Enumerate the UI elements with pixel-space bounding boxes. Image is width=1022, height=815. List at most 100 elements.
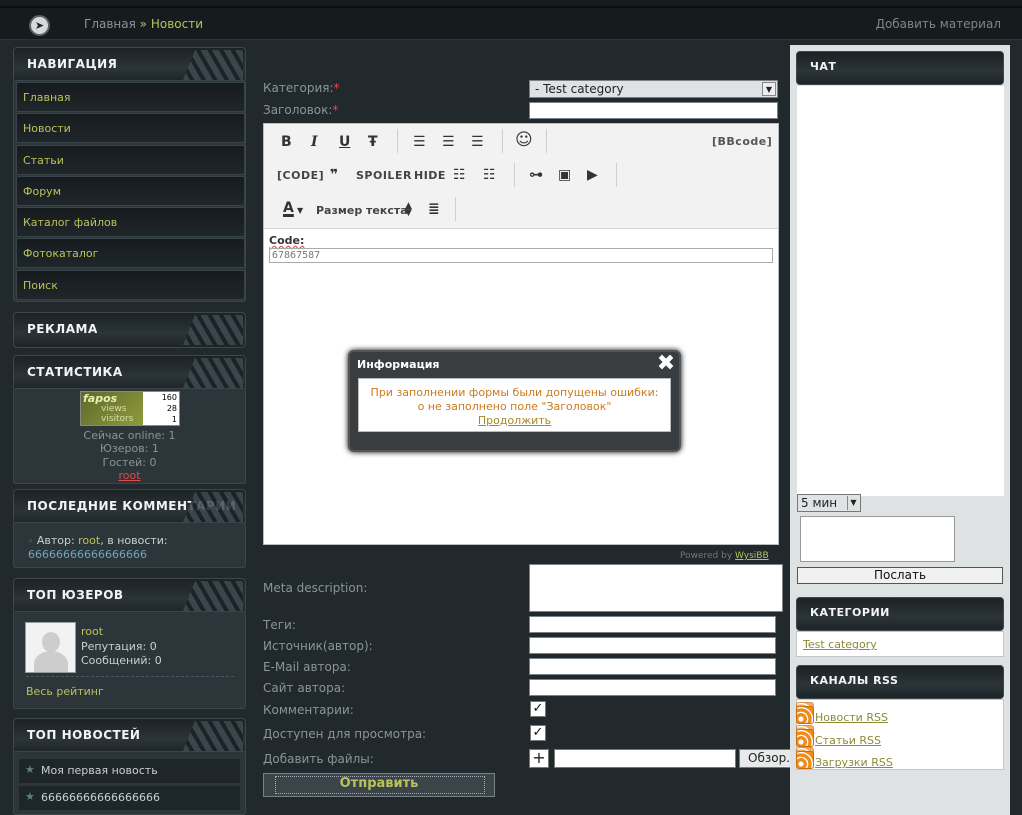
rss-link[interactable]: Статьи RSS <box>815 734 881 747</box>
quote-icon[interactable]: ❞ <box>330 167 338 183</box>
add-material-link[interactable]: Добавить материал <box>876 17 1001 31</box>
italic-button[interactable]: I <box>311 134 318 150</box>
breadcrumb-home[interactable]: Главная <box>84 17 136 31</box>
underline-button[interactable]: U <box>339 134 350 150</box>
meta-label: Meta description: <box>263 581 368 595</box>
rss-link[interactable]: Новости RSS <box>815 711 888 724</box>
categories-header: КАТЕГОРИИ <box>796 597 1004 631</box>
top-users-block-header: ТОП ЮЗЕРОВ <box>13 578 246 614</box>
remove-format-icon[interactable]: ≣ <box>428 201 440 217</box>
align-center-icon[interactable]: ☰ <box>442 134 455 150</box>
font-color-icon[interactable]: A <box>283 200 294 216</box>
toolbar-separator <box>397 129 398 153</box>
list-item[interactable]: ★ Моя первая новость <box>19 759 240 783</box>
list-item[interactable]: ★ 66666666666666666 <box>19 786 240 810</box>
hide-button[interactable]: HIDE <box>414 169 446 182</box>
category-link[interactable]: Test category <box>803 638 877 651</box>
comment-news-link[interactable]: 66666666666666666 <box>28 548 147 561</box>
submit-label: Отправить <box>339 776 419 791</box>
breadcrumb: Главная » Новости <box>84 17 203 31</box>
dialog-title: Информация <box>357 358 440 371</box>
toolbar-separator <box>502 129 503 153</box>
required-mark: * <box>333 81 340 95</box>
top-divider <box>0 6 1022 8</box>
nav-item-news[interactable]: Новости <box>16 113 245 143</box>
avatar-head <box>42 632 60 652</box>
code-block-label: Code: <box>269 234 305 247</box>
nav-item-home[interactable]: Главная <box>16 82 245 112</box>
error-detail: о не заполнено поле "Заголовок" <box>417 400 612 413</box>
image-icon[interactable]: ▣ <box>558 167 571 183</box>
chat-messages <box>797 86 1004 496</box>
browse-button[interactable]: Обзор... <box>739 749 797 768</box>
chat-message-input[interactable] <box>800 516 955 562</box>
video-icon[interactable]: ▶ <box>587 167 598 183</box>
nav-item-forum[interactable]: Форум <box>16 176 245 206</box>
top-user-name[interactable]: root <box>81 625 103 638</box>
code-button[interactable]: [CODE] <box>277 169 324 182</box>
bbcode-toggle-button[interactable]: [BBcode] <box>712 135 772 148</box>
comments-label: Комментарии: <box>263 703 354 717</box>
home-arrow-icon[interactable]: ➤ <box>29 15 50 36</box>
close-icon[interactable]: ✖ <box>655 353 677 375</box>
site-input[interactable] <box>529 679 776 696</box>
title-label: Заголовок:* <box>263 103 338 117</box>
wysibb-link[interactable]: WysiBB <box>735 551 769 561</box>
nav-block-header: НАВИГАЦИЯ <box>13 47 246 83</box>
comment-item: ◦ Автор: root, в новости: <box>28 534 168 547</box>
nav-item-photos[interactable]: Фотокаталог <box>16 238 245 268</box>
categories-title: КАТЕГОРИИ <box>810 606 890 619</box>
comment-author-link[interactable]: root <box>78 534 100 547</box>
header-decoration <box>183 492 243 522</box>
divider <box>26 676 234 677</box>
visit-counter[interactable]: fapos views visitors 160 28 1 <box>80 391 180 426</box>
file-path-input[interactable] <box>554 749 736 768</box>
title-input[interactable] <box>529 102 778 119</box>
continue-link[interactable]: Продолжить <box>359 414 670 428</box>
email-field[interactable] <box>529 658 776 675</box>
code-block[interactable]: 67867587 <box>269 248 773 263</box>
access-checkbox[interactable]: ✓ <box>530 725 546 741</box>
avatar[interactable] <box>25 622 76 673</box>
nav-item-files[interactable]: Каталог файлов <box>16 207 245 237</box>
nav-item-articles[interactable]: Статьи <box>16 145 245 175</box>
online-count: Сейчас online: 1 <box>83 429 176 442</box>
meta-description-field[interactable] <box>529 564 783 612</box>
all-rating-link[interactable]: Весь рейтинг <box>26 685 104 698</box>
category-select[interactable]: - Test category ▼ <box>529 80 778 98</box>
comment-author-prefix: Автор: <box>36 534 79 547</box>
chat-refresh-select[interactable]: 5 мин ▼ <box>797 494 861 512</box>
source-label: Источник(автор): <box>263 639 373 653</box>
bold-button[interactable]: B <box>281 134 292 150</box>
align-right-icon[interactable]: ☰ <box>471 134 484 150</box>
rss-item[interactable]: Новости RSS <box>796 702 996 724</box>
required-mark: * <box>332 103 339 117</box>
comments-checkbox[interactable]: ✓ <box>530 701 546 717</box>
files-label: Добавить файлы: <box>263 752 374 766</box>
align-left-icon[interactable]: ☰ <box>413 134 426 150</box>
source-input[interactable] <box>529 637 776 654</box>
star-icon: ★ <box>25 790 35 803</box>
rss-item[interactable]: Статьи RSS <box>796 725 996 747</box>
nav-item-search[interactable]: Поиск <box>16 270 245 300</box>
toolbar-separator <box>546 129 547 153</box>
font-size-dropdown[interactable]: Размер текста <box>316 204 408 217</box>
add-file-button[interactable]: + <box>529 749 549 768</box>
strike-button[interactable]: Ŧ <box>368 134 378 150</box>
numbered-list-icon[interactable]: ☷ <box>483 167 496 183</box>
online-user-link[interactable]: root <box>118 469 140 482</box>
smiley-icon[interactable]: ☺ <box>515 132 533 149</box>
tags-input[interactable] <box>529 616 776 633</box>
toolbar-separator <box>616 163 617 187</box>
spoiler-button[interactable]: SPOILER <box>356 169 412 182</box>
rss-item[interactable]: Загрузки RSS <box>796 747 996 769</box>
submit-button[interactable]: Отправить <box>263 773 495 797</box>
toolbar-separator <box>514 163 515 187</box>
rss-title: КАНАЛЫ RSS <box>810 674 899 687</box>
category-label-text: Категория: <box>263 81 334 95</box>
link-icon[interactable]: ⊶ <box>529 167 543 183</box>
rss-link[interactable]: Загрузки RSS <box>815 756 893 769</box>
top-users-title: ТОП ЮЗЕРОВ <box>27 588 124 602</box>
bullet-list-icon[interactable]: ☷ <box>453 167 466 183</box>
chat-send-button[interactable]: Послать <box>797 567 1003 584</box>
